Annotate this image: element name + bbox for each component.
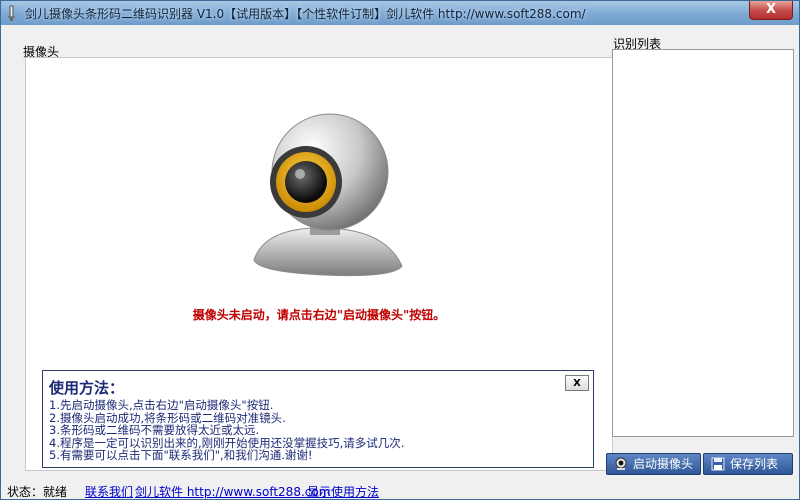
website-link[interactable]: 剑儿软件 http://www.soft288.com <box>135 483 330 500</box>
help-lines: 1.先启动摄像头,点击右边"启动摄像头"按钮. 2.摄像头启动成功,将条形码或二… <box>49 399 404 462</box>
contact-us-link[interactable]: 联系我们 <box>85 483 133 500</box>
client-area: 摄像头 摄像头未启动，请点击右边"启动摄像头"按钮。 使用方法： X 1.先启动… <box>5 25 795 499</box>
webcam-image <box>253 113 403 277</box>
title-bar[interactable]: 剑儿摄像头条形码二维码识别器 V1.0【试用版本】【个性软件订制】剑儿软件 ht… <box>1 1 799 25</box>
floppy-disk-icon <box>711 457 725 471</box>
save-list-button[interactable]: 保存列表 <box>703 453 793 475</box>
webcam-icon <box>615 457 627 470</box>
window-close-button[interactable]: X <box>749 1 793 20</box>
help-panel: 使用方法： X 1.先启动摄像头,点击右边"启动摄像头"按钮. 2.摄像头启动成… <box>42 370 594 468</box>
app-window: 剑儿摄像头条形码二维码识别器 V1.0【试用版本】【个性软件订制】剑儿软件 ht… <box>0 0 800 500</box>
help-close-button[interactable]: X <box>565 375 589 391</box>
save-list-label: 保存列表 <box>730 457 779 471</box>
start-camera-button[interactable]: 启动摄像头 <box>606 453 701 475</box>
status-text: 状态：就绪 <box>7 485 68 499</box>
recognition-list-panel: 识别列表 <box>609 33 795 453</box>
help-title: 使用方法： <box>49 379 125 397</box>
camera-panel: 摄像头 摄像头未启动，请点击右边"启动摄像头"按钮。 使用方法： X 1.先启动… <box>13 33 613 471</box>
status-bar: 状态：就绪 联系我们 剑儿软件 http://www.soft288.com 显… <box>5 483 795 499</box>
help-line: 3.条形码或二维码不需要放得太近或太远. <box>49 423 260 437</box>
camera-status-message: 摄像头未启动，请点击右边"启动摄像头"按钮。 <box>192 308 446 322</box>
app-icon <box>8 5 15 21</box>
help-line: 1.先启动摄像头,点击右边"启动摄像头"按钮. <box>49 398 274 412</box>
camera-view: 摄像头未启动，请点击右边"启动摄像头"按钮。 使用方法： X 1.先启动摄像头,… <box>25 57 613 471</box>
show-help-link[interactable]: 显示使用方法 <box>307 483 379 500</box>
window-title: 剑儿摄像头条形码二维码识别器 V1.0【试用版本】【个性软件订制】剑儿软件 ht… <box>25 7 586 21</box>
help-line: 5.有需要可以点击下面"联系我们",和我们沟通.谢谢! <box>49 448 313 462</box>
recognition-list[interactable] <box>612 49 794 437</box>
start-camera-label: 启动摄像头 <box>633 457 694 471</box>
